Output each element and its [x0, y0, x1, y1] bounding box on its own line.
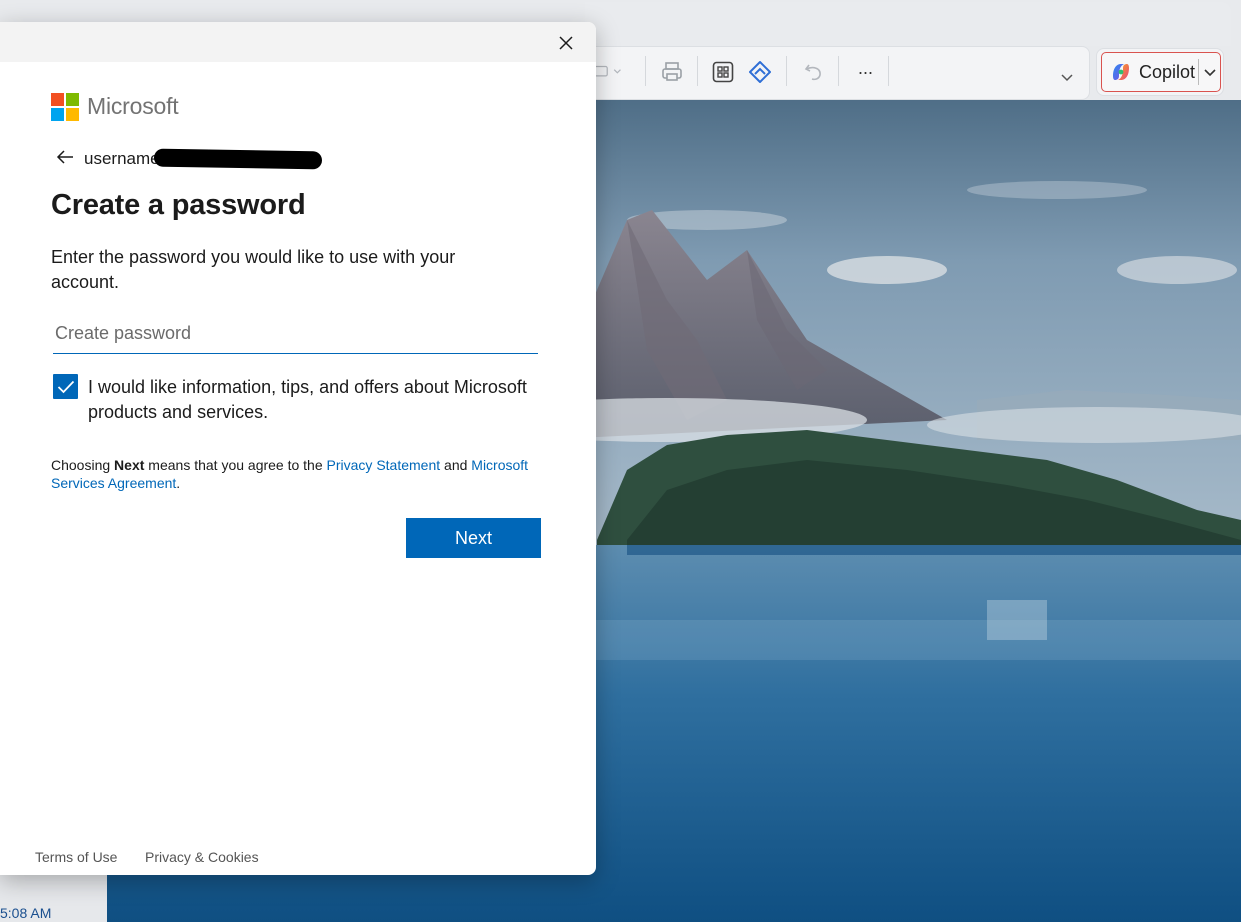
chevron-down-icon[interactable] — [1058, 68, 1076, 86]
toolbar-separator — [838, 56, 839, 86]
print-icon[interactable] — [658, 58, 686, 86]
legal-and: and — [440, 457, 472, 473]
page-title: Create a password — [51, 189, 306, 221]
toolbar-separator — [786, 56, 787, 86]
more-icon[interactable]: ··· — [851, 58, 879, 86]
copilot-divider — [1198, 59, 1199, 85]
legal-notice: Choosing Next means that you agree to th… — [51, 456, 531, 492]
checkmark-icon — [57, 380, 74, 393]
close-button[interactable] — [553, 30, 579, 56]
legal-bold: Next — [114, 457, 145, 473]
taskbar-clock: 5:08 AM — [0, 905, 52, 921]
copilot-label: Copilot — [1139, 61, 1196, 82]
chevron-down-icon[interactable] — [1202, 62, 1218, 82]
legal-prefix: Choosing — [51, 457, 115, 473]
account-signup-dialog: Microsoft username Create a password Ent… — [0, 22, 596, 875]
undo-icon[interactable] — [800, 58, 828, 86]
shape-icon[interactable] — [746, 58, 774, 86]
terms-of-use-link[interactable]: Terms of Use — [35, 849, 117, 865]
toolbar-separator — [697, 56, 698, 86]
grid-icon[interactable] — [709, 58, 737, 86]
legal-suffix: . — [176, 475, 181, 491]
privacy-cookies-link[interactable]: Privacy & Cookies — [145, 849, 259, 865]
account-email: username — [84, 149, 160, 168]
marketing-optin-checkbox[interactable] — [53, 374, 78, 399]
microsoft-brand-text: Microsoft — [87, 93, 179, 119]
toolbar-separator — [888, 56, 889, 86]
settings-dropdown-icon[interactable] — [594, 58, 622, 86]
privacy-statement-link[interactable]: Privacy Statement — [327, 457, 441, 473]
password-input[interactable] — [53, 314, 538, 354]
legal-middle: means that you agree to the — [144, 457, 327, 473]
copilot-button[interactable]: Copilot — [1101, 52, 1221, 92]
microsoft-logo-icon — [51, 93, 79, 121]
dialog-titlebar — [0, 22, 596, 62]
email-redaction — [153, 148, 323, 170]
close-icon — [559, 36, 573, 50]
background-app-titlebar — [585, 2, 1231, 46]
arrow-left-icon — [56, 150, 73, 164]
next-button[interactable]: Next — [406, 518, 541, 558]
marketing-optin-label: I would like information, tips, and offe… — [88, 377, 527, 422]
back-button[interactable] — [55, 148, 77, 168]
toolbar-separator — [645, 56, 646, 86]
copilot-logo-icon — [1113, 64, 1129, 80]
page-description: Enter the password you would like to use… — [51, 247, 456, 292]
